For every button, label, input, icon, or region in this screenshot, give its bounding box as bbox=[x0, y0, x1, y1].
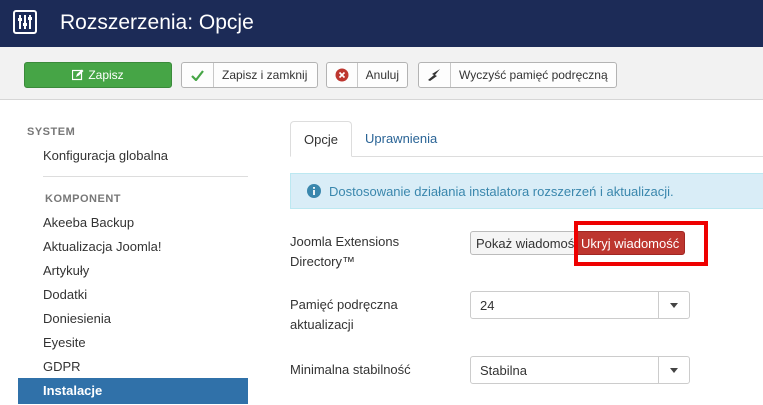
cache-value: 24 bbox=[480, 298, 495, 313]
toolbar: Zapisz Zapisz i zamknij Anuluj Wyczyść p… bbox=[0, 47, 763, 100]
save-label: Zapisz bbox=[88, 68, 124, 82]
check-icon bbox=[182, 63, 214, 87]
sidebar-item-eyesite[interactable]: Eyesite bbox=[43, 335, 86, 350]
highlight-box bbox=[574, 221, 708, 266]
sidebar-heading-component: KOMPONENT bbox=[45, 193, 121, 205]
app-header: Rozszerzenia: Opcje bbox=[0, 0, 763, 47]
stability-label: Minimalna stabilność bbox=[290, 362, 411, 377]
cache-select[interactable]: 24 bbox=[470, 291, 690, 319]
stability-select[interactable]: Stabilna bbox=[470, 356, 690, 384]
stability-value: Stabilna bbox=[480, 363, 527, 378]
cancel-label: Anuluj bbox=[365, 68, 399, 82]
cache-label: Pamięć podręczna aktualizacji bbox=[290, 295, 398, 335]
show-message-button[interactable]: Pokaż wiadomość bbox=[470, 231, 576, 255]
sidebar-item-akeeba[interactable]: Akeeba Backup bbox=[43, 215, 134, 230]
info-alert: Dostosowanie działania instalatora rozsz… bbox=[290, 173, 763, 209]
caret-down-icon[interactable] bbox=[658, 292, 689, 318]
cancel-icon bbox=[327, 63, 358, 87]
edit-icon bbox=[72, 63, 84, 87]
sidebar-item-joomla-update[interactable]: Aktualizacja Joomla! bbox=[43, 239, 162, 254]
tab-options[interactable]: Opcje bbox=[290, 121, 352, 157]
sidebar-item-reports[interactable]: Doniesienia bbox=[43, 311, 111, 326]
clear-cache-label: Wyczyść pamięć podręczną bbox=[459, 68, 608, 82]
cache-label-line-1: Pamięć podręczna bbox=[290, 297, 398, 312]
save-close-label: Zapisz i zamknij bbox=[222, 68, 308, 82]
tab-bar: Opcje Uprawnienia bbox=[290, 121, 763, 157]
sidebar-item-global-config[interactable]: Konfiguracja globalna bbox=[43, 148, 168, 163]
cancel-button[interactable]: Anuluj bbox=[326, 62, 408, 88]
jed-label-line-1: Joomla Extensions bbox=[290, 234, 400, 249]
sidebar-heading-system: SYSTEM bbox=[27, 126, 76, 138]
jed-label: Joomla Extensions Directory™ bbox=[290, 232, 399, 272]
sidebar-item-label: Instalacje bbox=[43, 383, 103, 398]
alert-text: Dostosowanie działania instalatora rozsz… bbox=[329, 183, 674, 199]
page-title: Rozszerzenia: Opcje bbox=[60, 11, 254, 34]
save-button[interactable]: Zapisz bbox=[24, 62, 172, 88]
sidebar-item-gdpr[interactable]: GDPR bbox=[43, 359, 81, 374]
sidebar-item-articles[interactable]: Artykuły bbox=[43, 263, 89, 278]
save-close-button[interactable]: Zapisz i zamknij bbox=[181, 62, 318, 88]
sidebar-item-addons[interactable]: Dodatki bbox=[43, 287, 87, 302]
cache-label-line-2: aktualizacji bbox=[290, 317, 354, 332]
tab-permissions[interactable]: Uprawnienia bbox=[352, 121, 450, 156]
jed-label-line-2: Directory™ bbox=[290, 254, 356, 269]
sidebar-divider bbox=[43, 176, 248, 177]
caret-down-icon[interactable] bbox=[658, 357, 689, 383]
lightning-icon bbox=[419, 63, 451, 87]
clear-cache-button[interactable]: Wyczyść pamięć podręczną bbox=[418, 62, 617, 88]
options-icon bbox=[13, 10, 37, 34]
sidebar-item-installers[interactable]: Instalacje bbox=[18, 378, 248, 404]
info-icon bbox=[307, 184, 321, 198]
